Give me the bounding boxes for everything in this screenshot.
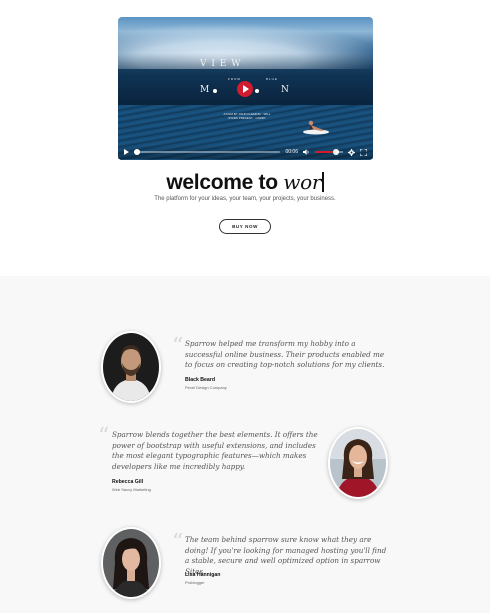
surfer-figure (303, 120, 329, 135)
avatar (328, 427, 388, 499)
volume-slider[interactable] (315, 149, 343, 155)
film-credits: A FILM BY JOHN FLEMING · WILL STARS PRES… (223, 112, 271, 120)
quote-icon: “ (172, 530, 184, 555)
play-icon[interactable] (124, 149, 129, 155)
video-controls: 00:06 (118, 145, 373, 159)
title-static: welcome to (166, 171, 278, 194)
film-subtitle-left: FROM (228, 77, 241, 81)
film-title-dot (255, 89, 259, 93)
buy-now-button[interactable]: BUY NOW (219, 219, 271, 234)
quote-icon: “ (172, 334, 184, 359)
play-icon[interactable] (237, 81, 253, 97)
gear-icon[interactable] (348, 148, 355, 156)
avatar (101, 527, 161, 599)
volume-icon[interactable] (303, 149, 310, 155)
film-title-letter-right: N (281, 85, 290, 95)
film-title-letter-left: M (200, 85, 211, 95)
fullscreen-icon[interactable] (360, 148, 367, 156)
testimonial-quote: The team behind sparrow sure know what t… (185, 535, 387, 576)
current-time: 00:06 (285, 149, 298, 155)
testimonial-company: Problogger (185, 580, 205, 585)
title-typed-word: wor (283, 170, 322, 194)
hero-section: V I E W FROM BLUE M N A FILM BY JOHN FLE… (0, 0, 490, 276)
progress-bar[interactable] (133, 149, 281, 155)
avatar (101, 331, 161, 403)
avatar-photo (103, 529, 159, 597)
progress-knob[interactable] (133, 149, 140, 155)
testimonial-author: Black Beard (185, 377, 215, 383)
film-subtitle-right: BLUE (266, 77, 278, 81)
volume-knob[interactable] (333, 149, 339, 155)
film-title-word: V I E W (200, 59, 242, 69)
quote-icon: “ (98, 424, 110, 449)
testimonial-company: Web Savvy Marketing (112, 487, 151, 492)
testimonials-section: “ Sparrow helped me transform my hobby i… (0, 276, 490, 613)
testimonial-quote: Sparrow blends together the best element… (112, 430, 318, 471)
testimonial-author: Rebecca Gill (112, 479, 144, 485)
testimonial-quote: Sparrow helped me transform my hobby int… (185, 339, 385, 369)
page-subtitle: The platform for your ideas, your team, … (154, 196, 336, 202)
film-title-dot (213, 89, 217, 93)
page-title: welcome to wor (0, 170, 490, 195)
avatar-photo (330, 429, 386, 497)
avatar-photo (103, 333, 159, 401)
testimonial-company: Pexel Design Company (185, 385, 227, 390)
typing-cursor (322, 172, 324, 192)
testimonial-author: Lisa Hannigan (185, 572, 221, 578)
